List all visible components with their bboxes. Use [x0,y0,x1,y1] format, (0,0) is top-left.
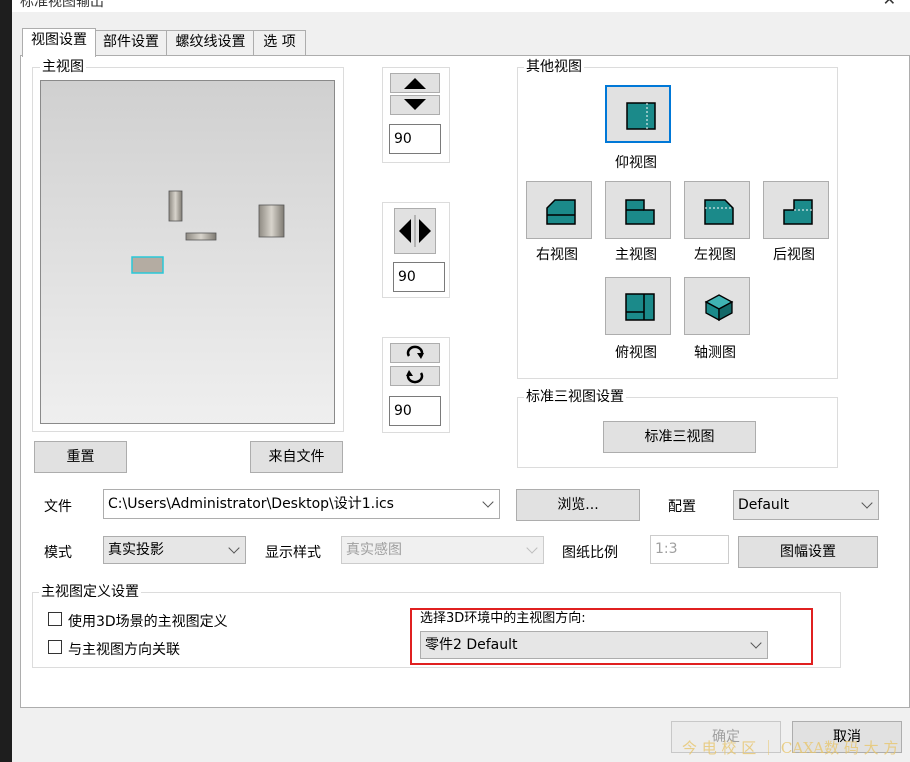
standard-three-group-title: 标准三视图设置 [524,389,626,405]
scale-input[interactable]: 1:3 [650,535,729,564]
horizontal-angle-input[interactable]: 90 [393,262,445,292]
arrow-down-icon [404,99,426,110]
left-view-icon [704,199,734,225]
top-view-button[interactable] [605,277,671,335]
use-3d-def-checkbox[interactable] [48,612,62,626]
chevron-down-icon [750,637,762,649]
back-view-label: 后视图 [773,247,815,263]
chevron-down-icon [482,496,494,508]
left-view-button[interactable] [684,181,750,239]
arrow-up-icon [404,78,426,89]
mode-select[interactable]: 真实投影 [103,536,246,564]
front-view-label: 主视图 [615,247,657,263]
link-direction-label: 与主视图方向关联 [68,642,180,658]
mode-label: 模式 [44,545,72,561]
close-icon[interactable]: ✕ [883,0,896,9]
main-view-def-group-title: 主视图定义设置 [39,584,141,600]
rotate-ccw-button[interactable] [390,366,440,386]
standard-three-views-button[interactable]: 标准三视图 [603,421,756,453]
rotate-clockwise-icon [406,345,424,359]
main-view-direction-select[interactable]: 零件2 Default [420,631,768,659]
browse-button[interactable]: 浏览... [516,489,640,521]
front-view-button[interactable] [605,181,671,239]
front-view-icon [625,199,655,225]
preview-parts [131,190,285,274]
right-view-icon [546,199,576,225]
arrow-left-right-icon [399,215,431,247]
mode-value: 真实投影 [108,542,164,558]
display-style-label: 显示样式 [265,545,321,561]
main-view-preview[interactable] [40,80,335,424]
file-path-select[interactable]: C:\Users\Administrator\Desktop\设计1.ics [103,489,500,519]
back-view-icon [783,199,813,225]
sheet-setup-button[interactable]: 图幅设置 [738,536,878,568]
rotate-left-right-button[interactable] [394,208,436,254]
from-file-button[interactable]: 来自文件 [250,441,343,473]
display-style-select[interactable]: 真实感图 [341,536,544,564]
part-selected-block [131,256,164,274]
window-title: 标准视图输出 [20,0,104,10]
bottom-view-icon [626,102,656,130]
right-view-button[interactable] [526,181,592,239]
reset-button[interactable]: 重置 [34,441,127,473]
rotate-cw-button[interactable] [390,343,440,363]
tab-view-settings[interactable]: 视图设置 [22,28,96,57]
config-label: 配置 [668,499,696,515]
direction-value: 零件2 Default [425,637,518,653]
tab-part-settings[interactable]: 部件设置 [94,30,168,55]
use-3d-def-label: 使用3D场景的主视图定义 [68,614,228,630]
rotate-counterclockwise-icon [406,370,424,384]
other-views-group-title: 其他视图 [524,59,584,75]
title-bar: 标准视图输出 ✕ [12,0,910,12]
rotate-down-button[interactable] [390,95,440,115]
spin-angle-input[interactable]: 90 [389,396,441,426]
link-direction-checkbox[interactable] [48,640,62,654]
vertical-angle-input[interactable]: 90 [389,124,441,154]
tab-options[interactable]: 选 项 [253,30,306,55]
tab-thread-settings[interactable]: 螺纹线设置 [166,30,255,55]
file-label: 文件 [44,499,72,515]
watermark: 今 电 校 区 ｜ CAXA数 码 大 方 [682,739,899,757]
top-view-icon [625,293,655,321]
chevron-down-icon [228,542,240,554]
isometric-view-icon [704,294,734,322]
scale-label: 图纸比例 [562,545,618,561]
top-view-label: 俯视图 [615,345,657,361]
background-window-strip [0,0,12,762]
isometric-view-label: 轴测图 [694,345,736,361]
chevron-down-icon [526,542,538,554]
bottom-view-button[interactable] [605,85,671,143]
config-value: Default [738,497,790,513]
part-cylinder [258,204,285,238]
main-view-group-title: 主视图 [40,59,86,75]
direction-label: 选择3D环境中的主视图方向: [420,611,586,626]
back-view-button[interactable] [763,181,829,239]
display-style-value: 真实感图 [346,542,402,558]
part-flat-bar [185,232,217,241]
part-vertical-bar [168,190,183,222]
config-select[interactable]: Default [733,490,879,520]
rotate-up-button[interactable] [390,73,440,93]
isometric-view-button[interactable] [684,277,750,335]
bottom-view-label: 仰视图 [615,155,657,171]
right-view-label: 右视图 [536,247,578,263]
file-path-value: C:\Users\Administrator\Desktop\设计1.ics [108,496,394,512]
chevron-down-icon [861,497,873,509]
left-view-label: 左视图 [694,247,736,263]
